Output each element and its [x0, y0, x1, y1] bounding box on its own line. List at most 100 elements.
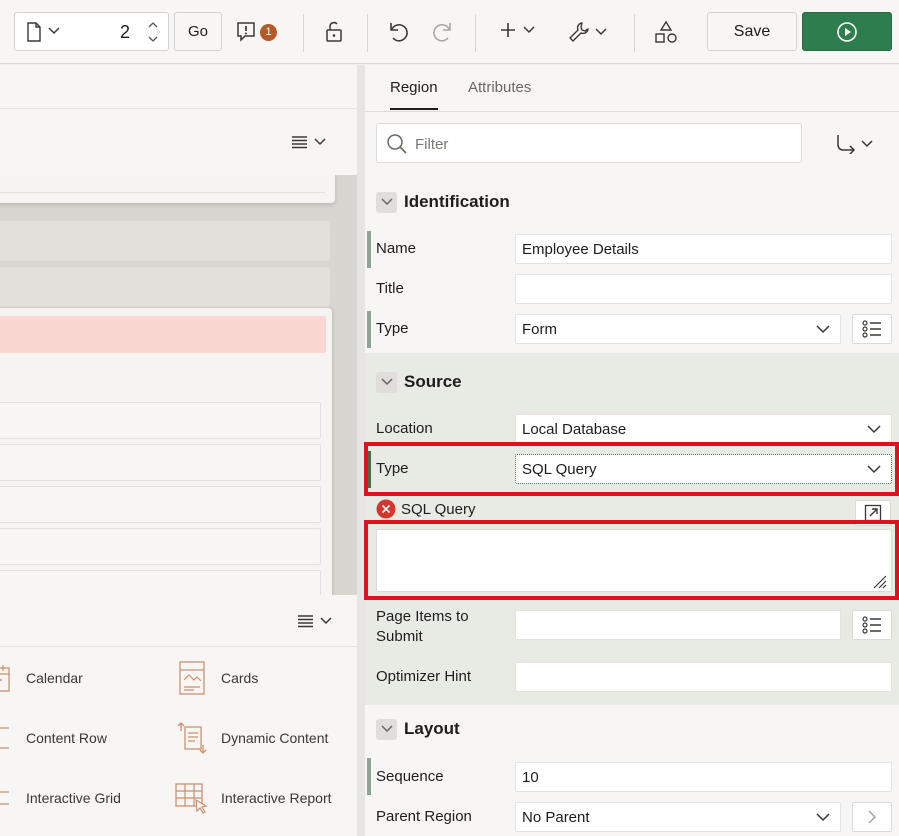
- drop-zone[interactable]: [0, 221, 330, 261]
- gallery-item-label: Dynamic Content: [221, 730, 329, 746]
- gallery-item-interactive-report[interactable]: Interactive Report: [173, 779, 332, 817]
- gallery-item-label: Content Row: [26, 730, 107, 746]
- location-label: Location: [376, 420, 433, 437]
- section-title: Source: [404, 372, 462, 391]
- region-item-placeholder[interactable]: [0, 570, 321, 595]
- gallery-menu-button[interactable]: [297, 614, 332, 628]
- page-items-list-button[interactable]: [852, 610, 892, 640]
- gallery-item-content-row[interactable]: Content Row: [0, 719, 107, 757]
- page-designer-toolbar: 2 Go 1 Save: [0, 0, 899, 64]
- page-number-stepper[interactable]: [138, 13, 168, 50]
- redo-button[interactable]: [431, 20, 455, 44]
- identification-section-header[interactable]: Identification: [376, 190, 510, 214]
- go-to-arrow-icon: [835, 134, 857, 154]
- region-item-placeholder[interactable]: [0, 444, 321, 481]
- undo-icon: [386, 20, 410, 44]
- go-to-group-button[interactable]: [835, 129, 875, 159]
- run-page-button[interactable]: [802, 12, 892, 51]
- region-gallery: Calendar Cards Content Row Dynamic Conte…: [0, 647, 357, 836]
- undo-button[interactable]: [386, 20, 410, 44]
- layout-pane: Calendar Cards Content Row Dynamic Conte…: [0, 65, 357, 836]
- save-button[interactable]: Save: [707, 12, 797, 51]
- chevron-down-icon: [861, 140, 873, 148]
- name-field[interactable]: Employee Details: [515, 234, 892, 264]
- highlight-sql-query-editor: [364, 520, 899, 600]
- layout-section-header[interactable]: Layout: [376, 717, 460, 741]
- sql-query-header: SQL Query: [376, 499, 475, 519]
- page-number-input[interactable]: 2: [120, 22, 130, 43]
- list-icon: [862, 616, 882, 634]
- messages-button[interactable]: 1: [236, 20, 277, 44]
- chevron-down-icon[interactable]: [376, 371, 397, 393]
- plus-icon: [500, 22, 516, 38]
- region-block[interactable]: [0, 175, 335, 203]
- chevron-down-icon: [314, 138, 326, 146]
- region-type-value: Form: [522, 320, 557, 338]
- message-alert-icon: [236, 21, 256, 43]
- required-indicator: [367, 758, 371, 795]
- property-editor-tabs: Region Attributes: [365, 65, 899, 112]
- sequence-label: Sequence: [376, 768, 444, 785]
- create-menu-button[interactable]: [500, 22, 535, 38]
- messages-count-badge: 1: [260, 23, 277, 41]
- gallery-item-calendar[interactable]: Calendar: [0, 659, 83, 697]
- layout-pane-header: [0, 65, 357, 109]
- region-item-placeholder[interactable]: [0, 528, 321, 565]
- tab-attributes[interactable]: Attributes: [468, 79, 531, 96]
- chevron-down-icon: [523, 26, 535, 34]
- chevron-up-icon[interactable]: [148, 21, 158, 28]
- chevron-down-icon: [816, 321, 830, 337]
- source-section-header[interactable]: Source: [376, 370, 462, 394]
- sequence-field[interactable]: 10: [515, 762, 892, 792]
- utilities-menu-button[interactable]: [567, 20, 607, 44]
- section-title: Layout: [404, 719, 460, 738]
- shared-components-button[interactable]: [654, 20, 678, 44]
- cards-icon: [173, 659, 211, 697]
- interactive-report-icon: [173, 779, 211, 817]
- layout-canvas[interactable]: [0, 175, 357, 595]
- name-label: Name: [376, 240, 417, 257]
- gallery-item-cards[interactable]: Cards: [173, 659, 258, 697]
- chevron-right-icon: [867, 810, 877, 824]
- list-icon: [862, 320, 882, 338]
- search-icon: [386, 133, 408, 155]
- gallery-item-label: Interactive Grid: [26, 790, 121, 806]
- chevron-down-icon[interactable]: [148, 36, 158, 43]
- gallery-header: [0, 595, 357, 647]
- shapes-icon: [654, 20, 678, 44]
- lock-button[interactable]: [322, 20, 346, 44]
- type-list-button[interactable]: [852, 314, 892, 344]
- location-select[interactable]: Local Database: [515, 414, 892, 444]
- selected-region-block[interactable]: [0, 308, 332, 595]
- toolbar-divider: [303, 14, 304, 52]
- dynamic-content-icon: [173, 719, 211, 757]
- parent-region-select[interactable]: No Parent: [515, 802, 841, 832]
- chevron-down-icon[interactable]: [48, 27, 60, 35]
- page-items-field[interactable]: [515, 610, 841, 640]
- sql-query-label: SQL Query: [401, 500, 476, 518]
- go-to-parent-button[interactable]: [852, 802, 892, 832]
- region-item-placeholder[interactable]: [0, 486, 321, 523]
- chevron-down-icon[interactable]: [376, 718, 397, 740]
- region-item-placeholder[interactable]: [0, 402, 321, 439]
- filter-field[interactable]: [376, 123, 802, 163]
- toolbar-divider: [634, 14, 635, 52]
- title-field[interactable]: [515, 274, 892, 304]
- gallery-item-dynamic-content[interactable]: Dynamic Content: [173, 719, 328, 757]
- chevron-down-icon[interactable]: [376, 191, 397, 213]
- gallery-item-interactive-grid[interactable]: Interactive Grid: [0, 779, 121, 817]
- optimizer-hint-field[interactable]: [515, 662, 892, 692]
- identification-section: Identification Name Employee Details Tit…: [365, 177, 899, 353]
- tab-region[interactable]: Region: [390, 79, 438, 110]
- page-selector[interactable]: 2: [14, 12, 169, 51]
- filter-input[interactable]: [415, 133, 785, 155]
- go-button[interactable]: Go: [174, 12, 222, 51]
- region-type-select[interactable]: Form: [515, 314, 841, 344]
- highlight-source-type: [364, 442, 899, 496]
- drop-zone[interactable]: [0, 267, 330, 307]
- gallery-item-label: Calendar: [26, 670, 83, 686]
- toolbar-divider: [475, 14, 476, 52]
- layout-menu-button[interactable]: [291, 135, 326, 149]
- required-indicator: [367, 311, 371, 348]
- selected-region-header[interactable]: [0, 316, 326, 353]
